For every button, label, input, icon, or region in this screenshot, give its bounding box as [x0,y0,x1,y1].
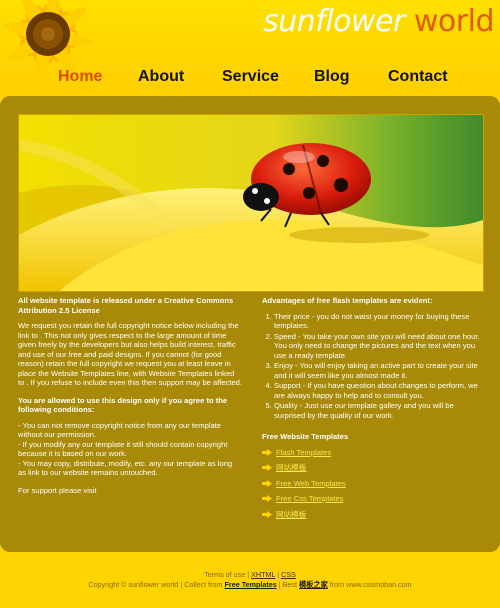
support-text: For support please visit [18,485,97,495]
advantage-item: Enjoy - You will enjoy taking an active … [274,361,482,380]
best-text: | Best [276,580,299,589]
link-free-css-templates[interactable]: Free Css Templates [276,494,343,503]
left-column: All website template is released under a… [18,296,242,503]
copyright-text: Copyright © sunflower world | Collect fr… [88,580,225,589]
free-templates-link[interactable]: Free Templates [225,580,277,589]
link-website-templates-cn-2[interactable]: 网站模板 [276,510,306,519]
template-link-item: Free Css Templates [262,494,482,504]
xhtml-link[interactable]: XHTML [251,570,275,579]
template-link-item: Flash Templates [262,448,482,458]
link-flash-templates[interactable]: Flash Templates [276,448,331,457]
condition-item: - You can not remove copyright notice fr… [18,420,222,440]
arrow-icon [262,448,272,456]
css-link[interactable]: CSS [281,570,296,579]
advantage-item: Their price - you do not waist your mone… [274,312,482,331]
link-free-web-templates[interactable]: Free Web Templates [276,479,346,488]
nav-contact[interactable]: Contact [388,68,448,86]
main-panel: All website template is released under a… [0,96,500,552]
ladybug-banner-image [18,114,484,292]
template-link-item: Free Web Templates [262,479,482,489]
main-nav: Home About Service Blog Contact [0,66,500,92]
nav-service[interactable]: Service [222,68,279,86]
advantage-item: Speed - You take your own site you will … [274,332,482,361]
advantage-item: Quality - Just use our template gallery … [274,401,482,420]
logo-part-world: world [413,4,495,39]
arrow-icon [262,479,272,487]
condition-item: - You may copy, distribute, modify, etc.… [18,458,233,478]
conditions-list: - You can not remove copyright notice fr… [18,421,242,478]
license-heading: All website template is released under a… [18,296,234,315]
license-paragraph: We request you retain the full copyright… [18,321,243,387]
footer: Terms of use | XHTML | CSS Copyright © s… [0,570,500,590]
site-logo[interactable]: sunflower world [263,4,494,39]
arrow-icon [262,495,272,502]
advantages-heading: Advantages of free flash templates are e… [262,296,433,305]
header: sunflower world Home About Service Blog … [0,0,500,96]
page: sunflower world Home About Service Blog … [0,0,500,608]
right-column: Advantages of free flash templates are e… [262,296,482,525]
condition-item: - If you modify any our template it stil… [18,439,228,459]
content-area: All website template is released under a… [18,296,482,546]
from-text: from www.cssmoban.com [327,580,412,589]
logo-part-sunflower: sunflower [263,4,405,39]
advantages-list: Their price - you do not waist your mone… [262,312,482,421]
nav-home[interactable]: Home [58,68,102,86]
cssmoban-cn-link[interactable]: 模板之家 [299,580,328,589]
arrow-icon [262,464,272,471]
advantage-item: Support - If you have question about cha… [274,381,482,400]
footer-line-2: Copyright © sunflower world | Collect fr… [0,580,500,590]
link-website-templates-cn[interactable]: 网站模板 [276,463,306,472]
template-links: Flash Templates 网站模板 Free Web Templates … [262,448,482,520]
template-link-item: 网站模板 [262,463,482,473]
arrow-icon [262,510,272,518]
nav-blog[interactable]: Blog [314,68,350,86]
footer-line-1: Terms of use | XHTML | CSS [0,570,500,580]
conditions-heading: You are allowed to use this design only … [18,395,228,415]
nav-about[interactable]: About [138,68,184,86]
terms-text: Terms of use | [204,570,252,579]
template-link-item: 网站模板 [262,510,482,520]
free-templates-heading: Free Website Templates [262,432,349,441]
